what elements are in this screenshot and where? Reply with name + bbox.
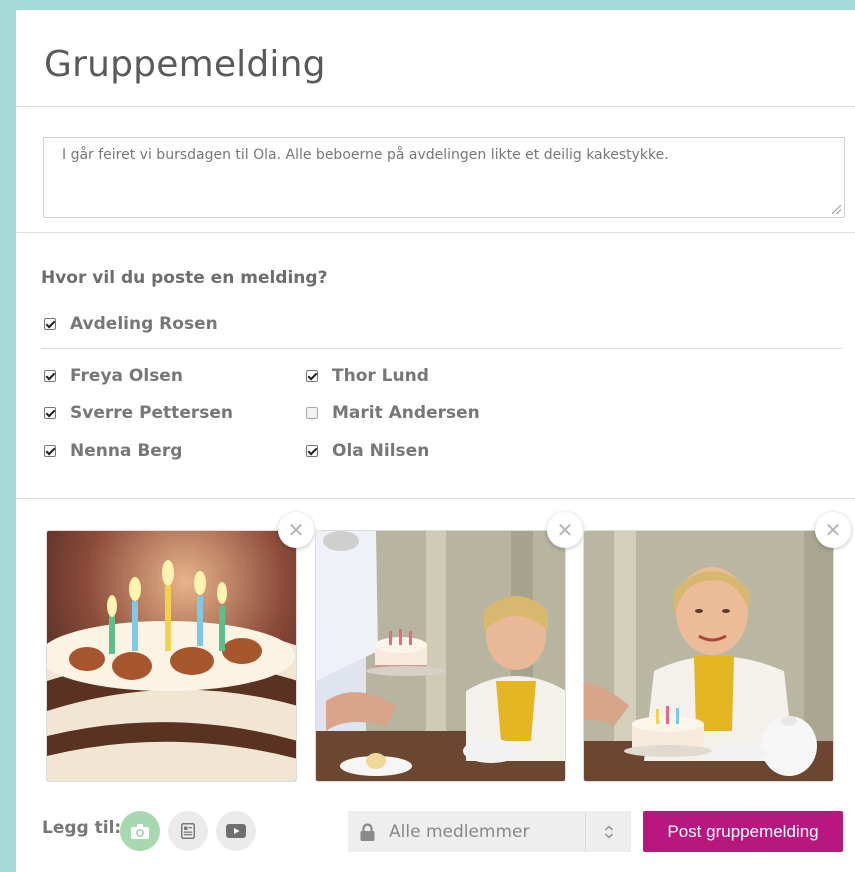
chevron-updown-icon[interactable] bbox=[585, 811, 631, 852]
resize-handle-icon[interactable] bbox=[832, 205, 841, 214]
visibility-select[interactable]: Alle medlemmer bbox=[348, 811, 631, 852]
remove-photo-2-button[interactable]: ✕ bbox=[547, 512, 583, 548]
checkbox-member-freya[interactable]: Freya Olsen bbox=[44, 366, 183, 386]
checkbox-checked-icon[interactable] bbox=[306, 445, 318, 457]
video-icon bbox=[226, 824, 246, 838]
remove-photo-1-button[interactable]: ✕ bbox=[278, 512, 314, 548]
add-document-button[interactable] bbox=[168, 811, 208, 851]
birthday-cake-photo bbox=[47, 531, 296, 781]
checkbox-checked-icon[interactable] bbox=[306, 370, 318, 382]
member-label: Marit Andersen bbox=[332, 403, 480, 423]
checkbox-department[interactable]: Avdeling Rosen bbox=[44, 314, 218, 334]
add-photo-button[interactable] bbox=[120, 811, 160, 851]
attachment-photo-1 bbox=[46, 530, 297, 782]
checkbox-checked-icon[interactable] bbox=[44, 318, 56, 330]
member-label: Sverre Pettersen bbox=[70, 403, 233, 423]
member-label: Nenna Berg bbox=[70, 441, 183, 461]
checkbox-checked-icon[interactable] bbox=[44, 445, 56, 457]
divider bbox=[16, 232, 855, 233]
attachment-photo-2 bbox=[315, 530, 566, 782]
close-icon: ✕ bbox=[556, 518, 574, 542]
checkbox-member-thor[interactable]: Thor Lund bbox=[306, 366, 429, 386]
checkbox-member-sverre[interactable]: Sverre Pettersen bbox=[44, 403, 233, 423]
attachment-photo-3 bbox=[583, 530, 834, 782]
department-label: Avdeling Rosen bbox=[70, 314, 218, 334]
add-label: Legg til: bbox=[42, 818, 122, 838]
checkbox-unchecked-icon[interactable] bbox=[306, 407, 318, 419]
divider bbox=[41, 348, 842, 349]
post-group-message-button[interactable]: Post gruppemelding bbox=[643, 811, 843, 852]
camera-icon bbox=[131, 823, 149, 839]
woman-with-cake-photo bbox=[584, 531, 833, 781]
page-title: Gruppemelding bbox=[44, 44, 326, 85]
document-icon bbox=[181, 823, 195, 839]
cake-served-photo bbox=[316, 531, 565, 781]
checkbox-checked-icon[interactable] bbox=[44, 407, 56, 419]
member-label: Ola Nilsen bbox=[332, 441, 430, 461]
divider bbox=[16, 498, 855, 499]
checkbox-member-nenna[interactable]: Nenna Berg bbox=[44, 441, 182, 461]
add-video-button[interactable] bbox=[216, 811, 256, 851]
message-textarea[interactable]: I går feiret vi bursdagen til Ola. Alle … bbox=[43, 137, 845, 218]
member-label: Thor Lund bbox=[332, 366, 429, 386]
visibility-value: Alle medlemmer bbox=[389, 821, 530, 842]
message-text: I går feiret vi bursdagen til Ola. Alle … bbox=[62, 147, 669, 163]
close-icon: ✕ bbox=[287, 518, 305, 542]
close-icon: ✕ bbox=[824, 518, 842, 542]
divider bbox=[16, 106, 855, 107]
checkbox-member-marit[interactable]: Marit Andersen bbox=[306, 403, 480, 423]
member-label: Freya Olsen bbox=[70, 366, 183, 386]
remove-photo-3-button[interactable]: ✕ bbox=[815, 512, 851, 548]
lock-icon bbox=[360, 822, 375, 841]
checkbox-member-ola[interactable]: Ola Nilsen bbox=[306, 441, 429, 461]
audience-question: Hvor vil du poste en melding? bbox=[41, 268, 328, 288]
group-message-card: Gruppemelding I går feiret vi bursdagen … bbox=[16, 10, 855, 872]
checkbox-checked-icon[interactable] bbox=[44, 370, 56, 382]
